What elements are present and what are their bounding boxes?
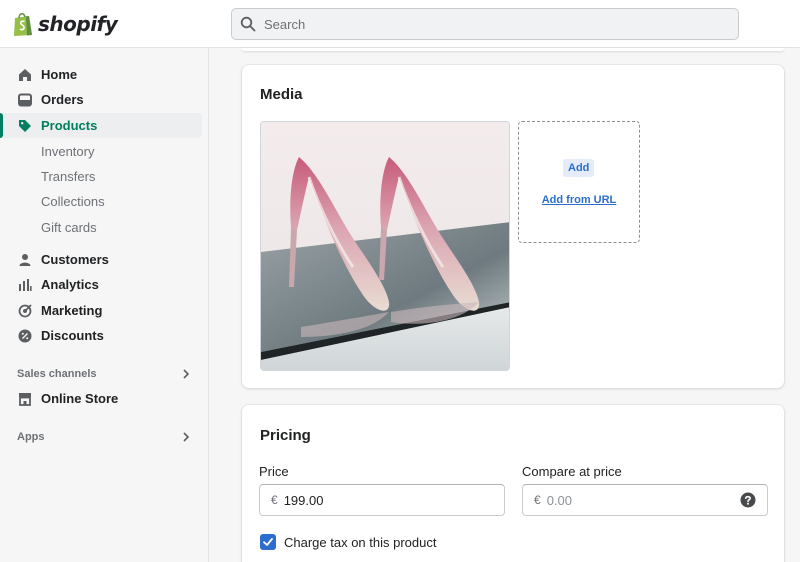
sidebar: Home Orders Products Inventory Transfers… <box>0 48 209 562</box>
sidebar-item-label: Analytics <box>41 277 99 292</box>
sidebar-item-label: Discounts <box>41 328 104 343</box>
sidebar-item-label: Products <box>41 118 98 133</box>
sidebar-item-label: Orders <box>41 92 84 107</box>
sidebar-item-online-store[interactable]: Online Store <box>0 386 202 411</box>
search-icon <box>240 16 256 32</box>
sidebar-subitem-collections[interactable]: Collections <box>41 194 105 209</box>
sidebar-item-analytics[interactable]: Analytics <box>0 272 202 297</box>
pricing-title: Pricing <box>260 427 311 444</box>
sidebar-item-label: Customers <box>41 252 109 267</box>
charge-tax-label[interactable]: Charge tax on this product <box>284 535 436 550</box>
top-bar: shopify <box>0 0 800 48</box>
sidebar-item-marketing[interactable]: Marketing <box>0 298 202 323</box>
sidebar-subitem-gift-cards[interactable]: Gift cards <box>41 220 97 235</box>
add-media-button[interactable]: Add <box>563 159 595 177</box>
sidebar-subitem-transfers[interactable]: Transfers <box>41 169 95 184</box>
discount-icon <box>17 328 33 344</box>
sidebar-item-products[interactable]: Products <box>0 113 202 138</box>
target-icon <box>17 303 33 319</box>
add-from-url-link[interactable]: Add from URL <box>519 194 639 206</box>
media-card: Media Add Add from URL <box>242 65 784 388</box>
currency-prefix: € <box>271 493 278 507</box>
media-title: Media <box>260 86 303 103</box>
search-bar[interactable] <box>231 8 739 40</box>
sidebar-item-label: Marketing <box>41 303 103 318</box>
help-icon[interactable] <box>740 492 756 508</box>
sidebar-item-home[interactable]: Home <box>0 62 202 87</box>
chevron-right-icon[interactable] <box>180 368 192 380</box>
sidebar-item-orders[interactable]: Orders <box>0 87 202 112</box>
checkmark-icon <box>263 538 273 546</box>
compare-at-price-field[interactable]: € <box>522 484 768 516</box>
sales-channels-label: Sales channels <box>17 368 97 380</box>
orders-icon <box>17 92 33 108</box>
bar-chart-icon <box>17 277 33 293</box>
price-label: Price <box>259 464 289 479</box>
sidebar-item-customers[interactable]: Customers <box>0 247 202 272</box>
sidebar-item-discounts[interactable]: Discounts <box>0 323 202 348</box>
pricing-card: Pricing Price € Compare at price € Charg… <box>242 405 784 562</box>
high-heels-photo <box>261 122 509 370</box>
home-icon <box>17 67 33 83</box>
compare-at-price-input[interactable] <box>546 492 727 508</box>
person-icon <box>17 252 33 268</box>
sidebar-item-label: Home <box>41 67 78 82</box>
currency-prefix: € <box>534 493 541 507</box>
previous-card-edge <box>242 48 784 51</box>
sidebar-subitem-inventory[interactable]: Inventory <box>41 144 94 159</box>
sidebar-item-label: Online Store <box>41 391 119 406</box>
compare-at-price-label: Compare at price <box>522 464 622 479</box>
shopify-logo[interactable]: shopify <box>12 10 118 38</box>
product-image[interactable] <box>260 121 510 371</box>
tag-icon <box>17 118 33 134</box>
shopify-bag-icon <box>14 13 32 36</box>
chevron-right-icon[interactable] <box>180 431 192 443</box>
search-input[interactable] <box>264 16 704 32</box>
store-icon <box>17 391 33 407</box>
charge-tax-checkbox[interactable] <box>260 534 276 550</box>
price-input[interactable] <box>283 492 464 508</box>
media-dropzone[interactable]: Add Add from URL <box>518 121 640 243</box>
logo-wordmark: shopify <box>38 12 118 36</box>
apps-label: Apps <box>17 431 45 443</box>
price-field[interactable]: € <box>259 484 505 516</box>
